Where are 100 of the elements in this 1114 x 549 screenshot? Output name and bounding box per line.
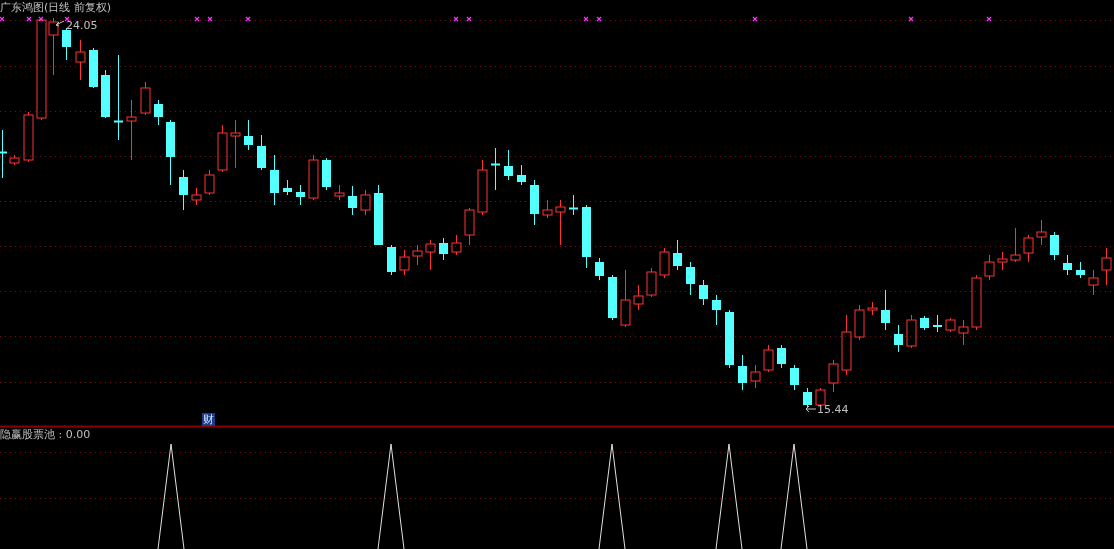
candlestick: [725, 309, 734, 369]
candlestick: [140, 81, 151, 116]
candlestick: [490, 147, 501, 191]
candlestick: [867, 301, 878, 316]
cross-marker-icon: [0, 16, 5, 22]
candlestick: [777, 344, 786, 369]
candlestick: [920, 315, 929, 331]
candlestick: [517, 164, 526, 186]
candlestick: [257, 134, 266, 171]
cross-marker-icon: [583, 16, 589, 22]
candlestick: [659, 247, 670, 279]
candlestick: [374, 184, 383, 246]
indicator-label: 隐赢股票池 : 0.00: [0, 428, 91, 441]
candlestick: [387, 244, 396, 276]
candlestick: [803, 387, 812, 409]
candlestick: [348, 185, 357, 216]
candlestick: [945, 317, 956, 333]
candlestick: [244, 119, 253, 151]
chart-title: 广东鸿图(日线 前复权): [0, 1, 112, 14]
candlestick: [89, 47, 98, 89]
candlestick: [270, 154, 279, 206]
candlestick: [997, 251, 1008, 271]
candlestick: [179, 169, 188, 211]
candlestick: [23, 111, 34, 163]
cross-marker-icon: [453, 16, 459, 22]
candlestick: [322, 157, 331, 191]
candlestick: [763, 344, 774, 373]
candlestick: [841, 314, 852, 376]
candlestick: [360, 189, 371, 216]
cross-marker-icon: [752, 16, 758, 22]
candlestick: [75, 39, 86, 81]
candlestick: [1101, 247, 1112, 286]
candlestick: [296, 184, 305, 206]
candlestick: [620, 269, 631, 328]
candlestick: [166, 119, 175, 186]
cross-marker-icon: [207, 16, 213, 22]
candlestick: [1023, 234, 1034, 263]
candlestick: [854, 304, 865, 341]
candlestick: [308, 154, 319, 201]
candlestick: [906, 314, 917, 349]
candlestick: [790, 364, 799, 391]
candlestick: [881, 289, 890, 331]
price-label: 24.05: [66, 19, 98, 32]
candlestick: [1050, 231, 1059, 261]
candlestick: [984, 254, 995, 281]
candlestick: [62, 27, 71, 61]
candlestick: [568, 194, 579, 216]
cross-marker-icon: [26, 16, 32, 22]
candlestick: [451, 234, 462, 256]
event-badge: 财: [202, 413, 215, 426]
candlestick: [1063, 254, 1072, 276]
candlestick: [608, 274, 617, 321]
candlestick: [1036, 219, 1047, 246]
candlestick: [412, 244, 423, 266]
candlestick: [633, 284, 644, 311]
candlestick: [646, 267, 657, 298]
candlestick: [230, 119, 241, 169]
cross-marker-icon: [245, 16, 251, 22]
cross-marker-icon: [64, 16, 70, 22]
candlestick: [933, 314, 942, 333]
candlestick: [971, 274, 982, 331]
candlestick: [334, 184, 345, 201]
candlestick: [154, 99, 163, 126]
candlestick: [738, 354, 747, 391]
candlestick: [582, 204, 591, 269]
candlestick: [439, 237, 448, 261]
candlestick: [894, 324, 903, 353]
cross-marker-icon: [596, 16, 602, 22]
candlestick: [555, 199, 566, 246]
candlestick: [712, 294, 721, 326]
candlestick: [595, 257, 604, 281]
arrow-icon: [805, 405, 817, 413]
candlestick: [217, 124, 228, 173]
candlestick: [477, 159, 488, 216]
cross-marker-icon: [38, 16, 44, 22]
candlestick: [1076, 261, 1085, 279]
candlestick: [191, 187, 202, 206]
candlestick: [542, 199, 553, 219]
candlestick: [699, 279, 708, 306]
candlestick: [504, 149, 513, 181]
candlestick: [1010, 227, 1021, 263]
cross-marker-icon: [986, 16, 992, 22]
cross-marker-icon: [466, 16, 472, 22]
cross-marker-icon: [908, 16, 914, 22]
candlestick: [399, 249, 410, 276]
price-label: 15.44: [817, 403, 849, 416]
candlestick: [673, 239, 682, 271]
candlestick: [750, 364, 761, 389]
candlestick: [101, 69, 110, 119]
candlestick: [530, 179, 539, 226]
candlestick: [828, 359, 839, 393]
arrow-icon: [55, 20, 65, 27]
candlestick: [1088, 269, 1099, 296]
cross-marker-icon: [194, 16, 200, 22]
candlestick: [126, 99, 137, 161]
candlestick: [958, 319, 969, 346]
candlestick: [464, 207, 475, 246]
candlestick: [283, 179, 292, 196]
candlestick: [686, 261, 695, 296]
candlestick: [425, 239, 436, 271]
